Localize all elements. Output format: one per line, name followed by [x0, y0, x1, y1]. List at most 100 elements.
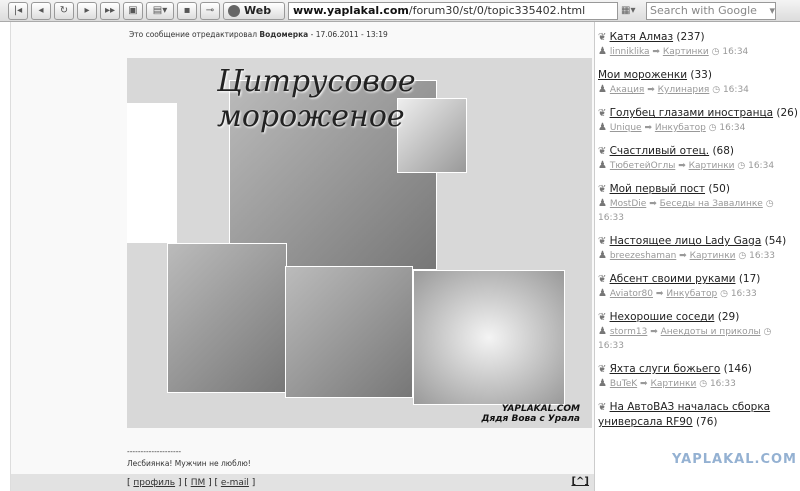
latest-topics-sidebar: ❦ Катя Алмаз (237) ♟ linniklika ➡ Картинк… [598, 30, 800, 439]
author-link[interactable]: breezeshaman [610, 251, 676, 261]
arrow-icon: ➡ [649, 199, 657, 209]
email-link[interactable]: e-mail [221, 478, 249, 488]
globe-icon [228, 4, 240, 17]
section-link[interactable]: Инкубатор [666, 289, 717, 299]
arrow-icon: ➡ [652, 47, 660, 57]
user-icon: ♟ [598, 46, 607, 57]
topic-time: 16:33 [730, 289, 757, 299]
topic-count: (26) [776, 107, 798, 119]
user-icon: ♟ [598, 288, 607, 299]
profile-link[interactable]: профиль [133, 478, 175, 488]
clock-icon: ◷ [738, 251, 747, 261]
topic-count: (29) [717, 311, 740, 323]
section-link[interactable]: Кулинария [658, 85, 710, 95]
topic-icon: ❦ [598, 274, 610, 285]
topic-link[interactable]: Абсент своими руками [610, 273, 736, 285]
topic-item: Мои мороженки (33) ♟ Акация ➡ Кулинария ◷… [598, 68, 800, 97]
topic-time: 16:34 [722, 85, 749, 95]
topic-count: (68) [712, 145, 734, 157]
browser-toolbar: |◂ ◂ ↻ ▸ ▸▸ ▣ ▤▾ ▪ ⊸ Web www.yaplakal.co… [0, 0, 800, 22]
reload-button[interactable]: ↻ [54, 1, 74, 20]
topic-icon: ❦ [598, 236, 610, 247]
post-area: Это сообщение отредактировал Водомерка -… [10, 22, 595, 491]
user-icon: ♟ [598, 198, 607, 209]
section-link[interactable]: Беседы на Завалинке [660, 199, 763, 209]
author-link[interactable]: Акация [610, 85, 645, 95]
topic-link[interactable]: Яхта слуги божьего [610, 363, 721, 375]
image-title: Цитрусовое мороженое [217, 64, 416, 134]
search-input[interactable]: Search with Google ▾ [646, 1, 776, 20]
topic-time: 16:34 [719, 123, 746, 133]
clock-icon: ◷ [765, 199, 774, 209]
user-icon: ♟ [598, 84, 607, 95]
topic-item: ❦ Яхта слуги божьего (146) ♟ BuTeK ➡ Карт… [598, 362, 800, 391]
pm-link[interactable]: ПМ [191, 478, 206, 488]
user-icon: ♟ [598, 122, 607, 133]
author-link[interactable]: linniklika [610, 47, 650, 57]
topic-count: (54) [764, 235, 787, 247]
author-link[interactable]: Aviator80 [610, 289, 653, 299]
topic-icon: ❦ [598, 32, 610, 43]
post-image[interactable]: Цитрусовое мороженое YAPLAKAL.COM Дядя Во… [127, 58, 592, 428]
author-link[interactable]: storm13 [610, 327, 648, 337]
image-watermark: YAPLAKAL.COM Дядя Вова с Урала [481, 404, 580, 424]
topic-count: (33) [690, 69, 712, 81]
topic-count: (237) [676, 31, 705, 43]
save-button[interactable]: ▪ [177, 1, 197, 20]
topic-item: ❦ Катя Алмаз (237) ♟ linniklika ➡ Картинк… [598, 30, 800, 59]
section-link[interactable]: Картинки [690, 251, 736, 261]
author-link[interactable]: BuTeK [610, 379, 637, 389]
clock-icon: ◷ [737, 161, 746, 171]
fast-forward-button[interactable]: ▸▸ [100, 1, 120, 20]
back-button[interactable]: ◂ [31, 1, 51, 20]
topic-link[interactable]: Голубец глазами иностранца [610, 107, 773, 119]
topic-time: 16:33 [598, 213, 624, 223]
page-menu-button[interactable]: ▤▾ [146, 1, 174, 20]
section-link[interactable]: Анекдоты и приколы [661, 327, 761, 337]
signature: -------------------- Лесбиянка! Мужчин не… [127, 447, 251, 468]
topic-time: 16:33 [709, 379, 736, 389]
scroll-top-link[interactable]: [^] [571, 476, 589, 487]
topic-item: ❦ Голубец глазами иностранца (26) ♟ Uniqu… [598, 106, 800, 135]
topic-item: ❦ На АвтоВАЗ началась сборка универсала … [598, 400, 800, 430]
edit-note: Это сообщение отредактировал Водомерка -… [129, 30, 388, 39]
section-link[interactable]: Картинки [663, 47, 709, 57]
topic-link[interactable]: Мой первый пост [610, 183, 705, 195]
user-icon: ♟ [598, 160, 607, 171]
topic-link[interactable]: Мои мороженки [598, 69, 687, 81]
topic-icon: ❦ [598, 184, 610, 195]
topic-item: ❦ Мой первый пост (50) ♟ MostDie ➡ Беседы… [598, 182, 800, 225]
arrow-icon: ➡ [647, 85, 655, 95]
topic-icon: ❦ [598, 402, 610, 413]
section-link[interactable]: Инкубатор [655, 123, 706, 133]
forward-button[interactable]: ▸ [77, 1, 97, 20]
author-link[interactable]: MostDie [610, 199, 646, 209]
author-link[interactable]: Unique [610, 123, 642, 133]
web-button[interactable]: Web [223, 1, 285, 20]
topic-link[interactable]: Настоящее лицо Lady Gaga [610, 235, 762, 247]
topic-time: 16:34 [722, 47, 749, 57]
rss-icon[interactable]: ▦▾ [621, 2, 643, 20]
section-link[interactable]: Картинки [689, 161, 735, 171]
clock-icon: ◷ [720, 289, 728, 299]
topic-time: 16:33 [598, 341, 624, 351]
topic-count: (76) [695, 416, 718, 428]
section-link[interactable]: Картинки [650, 379, 696, 389]
topic-link[interactable]: На АвтоВАЗ началась сборка универсала RF… [598, 401, 770, 428]
key-button[interactable]: ⊸ [200, 1, 220, 20]
topic-item: ❦ Счастливый отец. (68) ♟ ТюбетейОглы ➡ К… [598, 144, 800, 173]
topic-link[interactable]: Счастливый отец. [610, 145, 710, 157]
arrow-icon: ➡ [650, 327, 658, 337]
topic-link[interactable]: Катя Алмаз [610, 31, 674, 43]
topic-item: ❦ Нехорошие соседи (29) ♟ storm13 ➡ Анекд… [598, 310, 800, 353]
author-link[interactable]: ТюбетейОглы [610, 161, 675, 171]
user-icon: ♟ [598, 378, 607, 389]
clock-icon: ◷ [699, 379, 708, 389]
topic-link[interactable]: Нехорошие соседи [610, 311, 715, 323]
user-icon: ♟ [598, 326, 607, 337]
first-page-button[interactable]: |◂ [8, 1, 28, 20]
topic-icon: ❦ [598, 108, 610, 119]
user-icon: ♟ [598, 250, 607, 261]
address-bar[interactable]: www.yaplakal.com/forum30/st/0/topic33540… [288, 1, 618, 20]
print-button[interactable]: ▣ [123, 1, 143, 20]
